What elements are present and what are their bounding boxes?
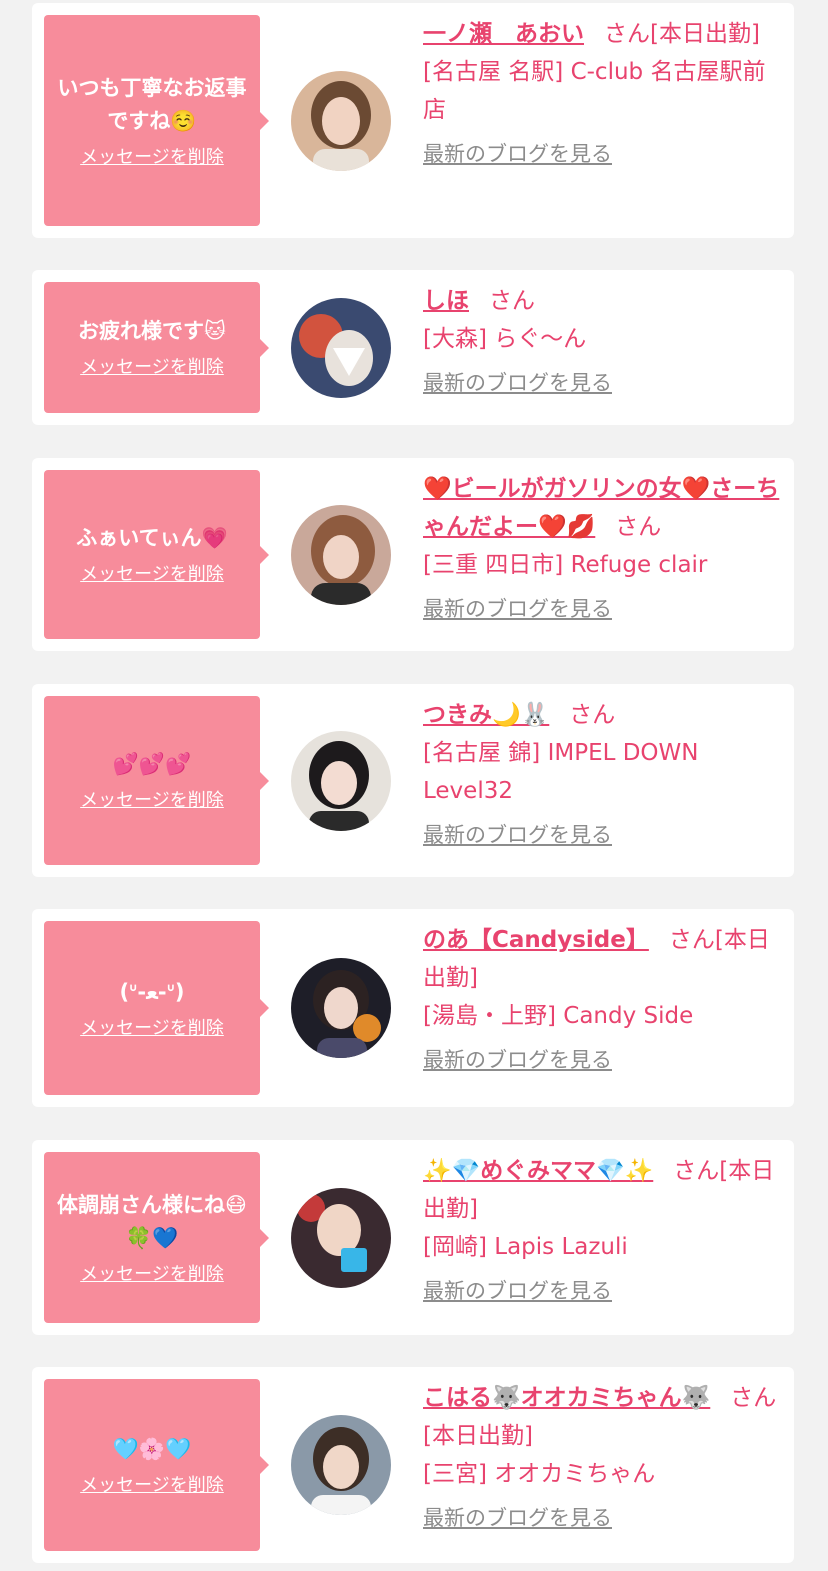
delete-message-link[interactable]: メッセージを削除 (80, 146, 224, 170)
message-card: 🩵🌸🩵 メッセージを削除 こはる🐺オオカミちゃん🐺 さん[本日出勤] [三宮] オ… (32, 1367, 794, 1563)
message-bubble: 🩵🌸🩵 メッセージを削除 (44, 1379, 269, 1551)
message-bubble: いつも丁寧なお返事ですね☺️ メッセージを削除 (44, 15, 269, 226)
cast-name-link[interactable]: こはる🐺オオカミちゃん🐺 (423, 1385, 710, 1411)
delete-message-link[interactable]: メッセージを削除 (80, 563, 224, 587)
latest-blog-link[interactable]: 最新のブログを見る (423, 364, 612, 402)
avatar[interactable] (291, 1415, 391, 1515)
cast-info: ✨💎めぐみママ💎✨ さん[本日出勤] [岡崎] Lapis Lazuli 最新のブ… (423, 1152, 781, 1310)
message-card: (ᐡ-ﻌ-ᐡ) メッセージを削除 のあ【Candyside】 さん[本日出勤] [… (32, 909, 794, 1107)
message-card: 💕💕💕 メッセージを削除 つきみ🌙🐰 さん [名古屋 錦] IMPEL DOWN … (32, 684, 794, 877)
cast-info: ❤️ビールがガソリンの女❤️さーちゃんだよー❤️💋 さん [三重 四日市] Ref… (423, 470, 781, 628)
cast-name-link[interactable]: ✨💎めぐみママ💎✨ (423, 1158, 653, 1184)
message-list: いつも丁寧なお返事ですね☺️ メッセージを削除 一ノ瀬 あおい さん[本日出勤] … (0, 0, 828, 1571)
cast-name-link[interactable]: 一ノ瀬 あおい (423, 21, 584, 47)
message-text: (ᐡ-ﻌ-ᐡ) (119, 979, 185, 1004)
message-card: いつも丁寧なお返事ですね☺️ メッセージを削除 一ノ瀬 あおい さん[本日出勤] … (32, 3, 794, 238)
message-text: 体調崩さん様にね😷🍀💙 (57, 1192, 247, 1250)
cast-name-link[interactable]: ❤️ビールがガソリンの女❤️さーちゃんだよー❤️💋 (423, 476, 779, 540)
cast-name-link[interactable]: しほ (423, 288, 469, 314)
delete-message-link[interactable]: メッセージを削除 (80, 1017, 224, 1041)
cast-suffix: さん (489, 288, 535, 314)
avatar[interactable] (291, 298, 391, 398)
cast-info: つきみ🌙🐰 さん [名古屋 錦] IMPEL DOWN Level32 最新のブロ… (423, 696, 781, 854)
message-bubble: ふぁいてぃん💗 メッセージを削除 (44, 470, 269, 639)
message-text: 💕💕💕 (112, 752, 192, 776)
avatar-photo-icon (291, 505, 391, 605)
message-bubble: 💕💕💕 メッセージを削除 (44, 696, 269, 865)
delete-message-link[interactable]: メッセージを削除 (80, 1474, 224, 1498)
shop-info: [名古屋 名駅] C-club 名古屋駅前店 (423, 59, 766, 123)
latest-blog-link[interactable]: 最新のブログを見る (423, 135, 612, 173)
latest-blog-link[interactable]: 最新のブログを見る (423, 816, 612, 854)
avatar-photo-icon (291, 298, 391, 398)
message-text: 🩵🌸🩵 (112, 1436, 192, 1461)
message-text: ふぁいてぃん💗 (76, 526, 228, 550)
delete-message-link[interactable]: メッセージを削除 (80, 789, 224, 813)
avatar[interactable] (291, 1188, 391, 1288)
message-card: 体調崩さん様にね😷🍀💙 メッセージを削除 ✨💎めぐみママ💎✨ さん[本日出勤] [… (32, 1140, 794, 1335)
shop-info: [名古屋 錦] IMPEL DOWN Level32 (423, 740, 699, 804)
cast-info: 一ノ瀬 あおい さん[本日出勤] [名古屋 名駅] C-club 名古屋駅前店 最… (423, 15, 781, 173)
shop-info: [三宮] オオカミちゃん (423, 1461, 656, 1487)
shop-info: [岡崎] Lapis Lazuli (423, 1234, 628, 1260)
avatar-photo-icon (291, 1188, 391, 1288)
latest-blog-link[interactable]: 最新のブログを見る (423, 1499, 612, 1537)
cast-suffix: さん (569, 702, 616, 728)
cast-info: しほ さん [大森] らぐ〜ん 最新のブログを見る (423, 282, 781, 402)
message-card: お疲れ様です🐱 メッセージを削除 しほ さん [大森] らぐ〜ん 最新のブログを見… (32, 270, 794, 425)
shop-info: [湯島・上野] Candy Side (423, 1003, 694, 1029)
shop-info: [三重 四日市] Refuge clair (423, 552, 708, 578)
avatar-photo-icon (291, 731, 391, 831)
cast-name-link[interactable]: のあ【Candyside】 (423, 927, 649, 953)
latest-blog-link[interactable]: 最新のブログを見る (423, 590, 612, 628)
avatar-photo-icon (291, 71, 391, 171)
message-card: ふぁいてぃん💗 メッセージを削除 ❤️ビールがガソリンの女❤️さーちゃんだよー❤… (32, 458, 794, 651)
cast-name-link[interactable]: つきみ🌙🐰 (423, 702, 549, 728)
message-bubble: 体調崩さん様にね😷🍀💙 メッセージを削除 (44, 1152, 269, 1323)
latest-blog-link[interactable]: 最新のブログを見る (423, 1041, 612, 1079)
latest-blog-link[interactable]: 最新のブログを見る (423, 1272, 612, 1310)
avatar[interactable] (291, 731, 391, 831)
avatar[interactable] (291, 958, 391, 1058)
message-bubble: お疲れ様です🐱 メッセージを削除 (44, 282, 269, 413)
message-text: いつも丁寧なお返事ですね☺️ (57, 75, 247, 133)
avatar[interactable] (291, 505, 391, 605)
avatar-photo-icon (291, 1415, 391, 1515)
shop-info: [大森] らぐ〜ん (423, 326, 587, 352)
cast-info: のあ【Candyside】 さん[本日出勤] [湯島・上野] Candy Side… (423, 921, 781, 1079)
delete-message-link[interactable]: メッセージを削除 (80, 1263, 224, 1287)
cast-suffix: さん[本日出勤] (604, 21, 760, 47)
cast-info: こはる🐺オオカミちゃん🐺 さん[本日出勤] [三宮] オオカミちゃん 最新のブログ… (423, 1379, 781, 1537)
message-text: お疲れ様です🐱 (78, 319, 226, 343)
cast-suffix: さん (615, 514, 662, 540)
delete-message-link[interactable]: メッセージを削除 (80, 356, 224, 380)
avatar-photo-icon (291, 958, 391, 1058)
message-bubble: (ᐡ-ﻌ-ᐡ) メッセージを削除 (44, 921, 269, 1095)
avatar[interactable] (291, 71, 391, 171)
